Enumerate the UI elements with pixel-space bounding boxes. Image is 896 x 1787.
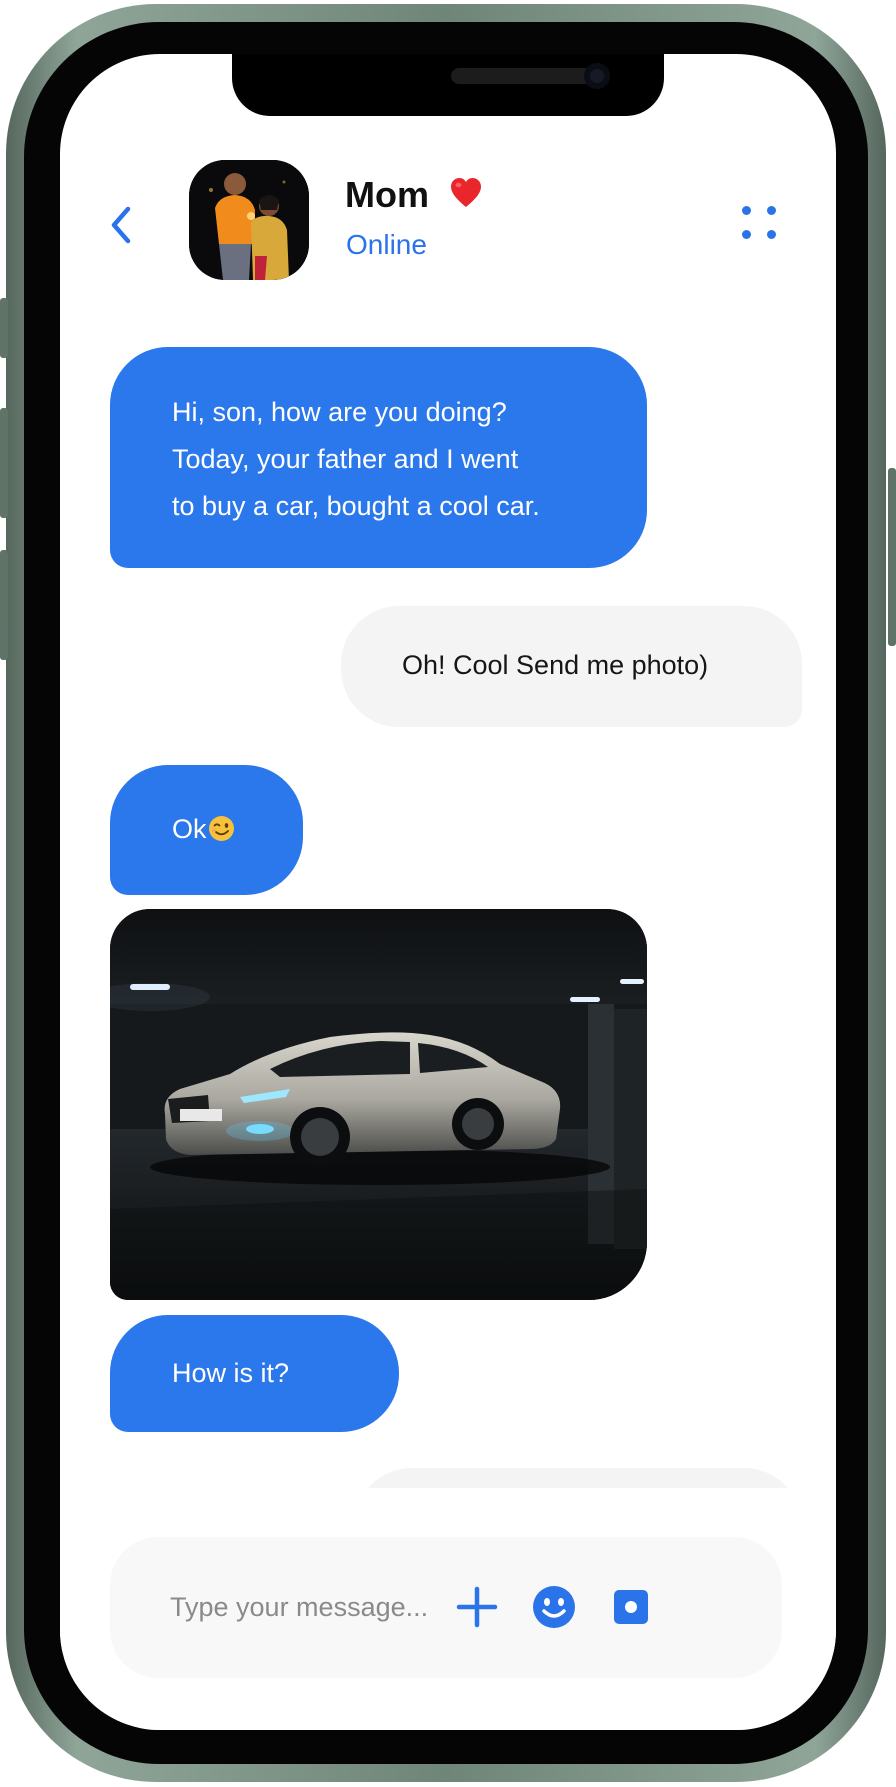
message-bubble-outgoing[interactable]: Oh! Cool Send me photo): [341, 606, 802, 727]
notch: [232, 54, 664, 116]
message-bubble-incoming[interactable]: How is it?: [110, 1315, 399, 1432]
volume-up-button: [0, 408, 8, 518]
message-bubble-incoming[interactable]: Hi, son, how are you doing? Today, your …: [110, 347, 647, 568]
message-photo-car[interactable]: [110, 909, 647, 1300]
message-text: Oh! Cool Send me photo): [402, 650, 709, 680]
contact-status: Online: [346, 229, 427, 260]
emoji-button[interactable]: [530, 1583, 578, 1631]
mute-switch: [0, 298, 8, 358]
camera-button[interactable]: [607, 1583, 655, 1631]
car-photo: [110, 909, 647, 1300]
earpiece-speaker: [451, 68, 593, 84]
attach-button[interactable]: [453, 1583, 501, 1631]
back-button[interactable]: [104, 200, 144, 250]
message-composer: [110, 1537, 782, 1678]
chat-screen: Mom Online Hi, son, how are you doing? T…: [60, 54, 836, 1730]
message-bubble-incoming[interactable]: Ok: [110, 765, 303, 895]
message-line: Today, your father and I went: [172, 444, 519, 474]
message-line: to buy a car, bought a cool car.: [172, 491, 540, 521]
message-text: How is it?: [172, 1358, 290, 1388]
heart-emoji: [451, 178, 482, 207]
contact-avatar[interactable]: [189, 160, 309, 280]
wink-emoji: [208, 816, 234, 841]
volume-down-button: [0, 550, 8, 660]
message-text: Ok: [172, 814, 207, 844]
chevron-left-icon: [111, 206, 131, 244]
more-options-button[interactable]: [740, 204, 790, 254]
front-camera: [584, 63, 610, 89]
device-stage: Mom Online Hi, son, how are you doing? T…: [0, 0, 896, 1787]
plus-icon: [456, 1586, 498, 1628]
contact-name: Mom: [345, 174, 483, 216]
camera-icon: [614, 1590, 648, 1624]
message-input[interactable]: [168, 1581, 492, 1633]
avatar-photo: [189, 160, 309, 280]
contact-name-text: Mom: [345, 174, 429, 215]
power-button: [888, 468, 896, 646]
smiley-icon: [533, 1586, 575, 1628]
message-line: Hi, son, how are you doing?: [172, 397, 507, 427]
